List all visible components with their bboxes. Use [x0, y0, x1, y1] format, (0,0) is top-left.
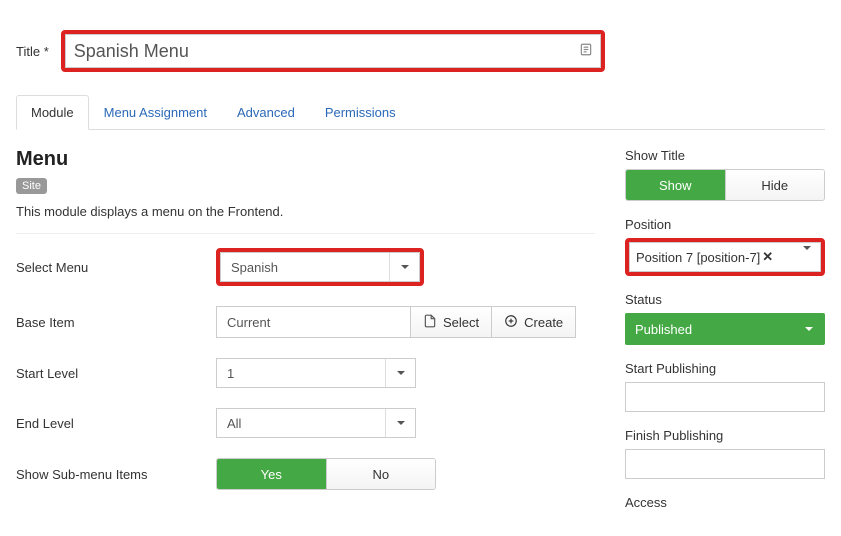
chevron-down-icon	[803, 250, 811, 265]
file-icon	[423, 314, 437, 331]
plus-circle-icon	[504, 314, 518, 331]
title-highlight	[61, 30, 605, 72]
show-title-label: Show Title	[625, 148, 825, 163]
position-dropdown-button[interactable]	[793, 242, 821, 272]
end-level-label: End Level	[16, 416, 216, 431]
finish-publishing-input[interactable]	[625, 449, 825, 479]
select-menu-highlight: Spanish	[216, 248, 424, 286]
show-title-toggle: Show Hide	[625, 169, 825, 201]
title-input-wrap	[65, 34, 601, 68]
close-icon[interactable]: ✕	[762, 249, 773, 265]
status-label: Status	[625, 292, 825, 307]
start-level-dropdown[interactable]: 1	[216, 358, 416, 388]
position-input[interactable]: Position 7 [position-7] ✕	[629, 242, 794, 272]
title-label: Title *	[16, 44, 49, 59]
show-title-show[interactable]: Show	[626, 170, 725, 200]
create-button-label: Create	[524, 315, 563, 330]
access-label: Access	[625, 495, 825, 510]
chevron-down-icon	[805, 327, 813, 331]
module-description: This module displays a menu on the Front…	[16, 204, 595, 219]
module-heading: Menu	[16, 148, 595, 171]
end-level-dropdown[interactable]: All	[216, 408, 416, 438]
status-dropdown[interactable]: Published	[625, 313, 825, 345]
position-highlight: Position 7 [position-7] ✕	[625, 238, 825, 276]
chevron-down-icon	[385, 359, 415, 387]
tabs: Module Menu Assignment Advanced Permissi…	[16, 94, 825, 130]
site-badge: Site	[16, 178, 47, 194]
finish-publishing-label: Finish Publishing	[625, 428, 825, 443]
start-level-value: 1	[217, 366, 385, 381]
show-title-hide[interactable]: Hide	[725, 170, 825, 200]
tab-module[interactable]: Module	[16, 95, 89, 130]
start-publishing-label: Start Publishing	[625, 361, 825, 376]
show-sub-label: Show Sub-menu Items	[16, 467, 216, 482]
select-menu-value: Spanish	[221, 260, 389, 275]
position-value: Position 7 [position-7]	[636, 250, 760, 265]
tab-advanced[interactable]: Advanced	[222, 95, 310, 130]
show-sub-toggle: Yes No	[216, 458, 436, 490]
start-level-label: Start Level	[16, 366, 216, 381]
position-label: Position	[625, 217, 825, 232]
show-sub-yes[interactable]: Yes	[217, 459, 326, 489]
start-publishing-input[interactable]	[625, 382, 825, 412]
title-input[interactable]	[65, 34, 601, 68]
select-button-label: Select	[443, 315, 479, 330]
chevron-down-icon	[389, 253, 419, 281]
base-item-value: Current	[216, 306, 411, 338]
select-menu-dropdown[interactable]: Spanish	[220, 252, 420, 282]
title-row: Title *	[16, 30, 825, 72]
tab-permissions[interactable]: Permissions	[310, 95, 411, 130]
select-menu-label: Select Menu	[16, 260, 216, 275]
chevron-down-icon	[385, 409, 415, 437]
show-sub-no[interactable]: No	[326, 459, 436, 489]
create-button[interactable]: Create	[491, 306, 576, 338]
status-value: Published	[635, 322, 692, 337]
end-level-value: All	[217, 416, 385, 431]
tab-menu-assignment[interactable]: Menu Assignment	[89, 95, 222, 130]
divider	[16, 233, 595, 234]
select-button[interactable]: Select	[410, 306, 492, 338]
base-item-label: Base Item	[16, 315, 216, 330]
